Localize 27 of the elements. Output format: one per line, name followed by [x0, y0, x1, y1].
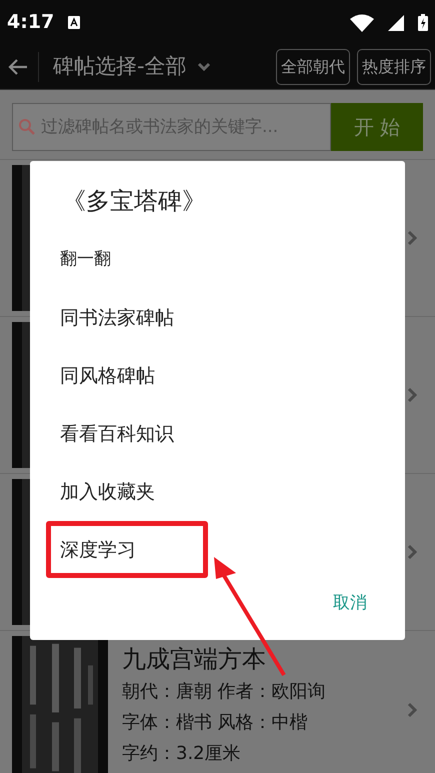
dialog-option[interactable]: 看看百科知识	[60, 420, 174, 448]
back-arrow-icon	[8, 59, 28, 75]
chevron-right-icon	[407, 544, 417, 560]
dialog-option[interactable]: 加入收藏夹	[60, 478, 155, 506]
dialog-option[interactable]: 同风格碑帖	[60, 362, 155, 390]
cancel-button[interactable]: 取消	[331, 584, 369, 622]
dialog-option[interactable]: 翻一翻	[60, 247, 111, 273]
dialog-option[interactable]: 同书法家碑帖	[60, 304, 174, 332]
item-detail: 字体：楷书 风格：中楷	[122, 711, 309, 735]
item-detail: 字约：3.2厘米	[122, 742, 242, 766]
notification-icon	[68, 16, 80, 29]
dialog-option[interactable]: 深度学习	[60, 536, 136, 564]
battery-icon	[418, 14, 428, 31]
category-dropdown[interactable]: 碑帖选择-全部	[39, 51, 211, 83]
dialog-title: 《多宝塔碑》	[62, 186, 206, 217]
item-title: 九成宫端方本	[122, 644, 267, 675]
chevron-right-icon	[407, 230, 417, 246]
filter-button[interactable]: 全部朝代	[276, 49, 350, 85]
filter-button[interactable]: 热度排序	[357, 49, 431, 85]
wifi-icon	[350, 14, 374, 32]
status-time: 4:17	[7, 10, 54, 36]
chevron-right-icon	[407, 387, 417, 403]
item-detail: 朝代：唐朝 作者：欧阳询	[122, 680, 327, 704]
chevron-down-icon	[196, 62, 211, 72]
chevron-right-icon	[407, 702, 417, 718]
back-button[interactable]	[8, 52, 39, 82]
signal-icon	[388, 14, 404, 30]
